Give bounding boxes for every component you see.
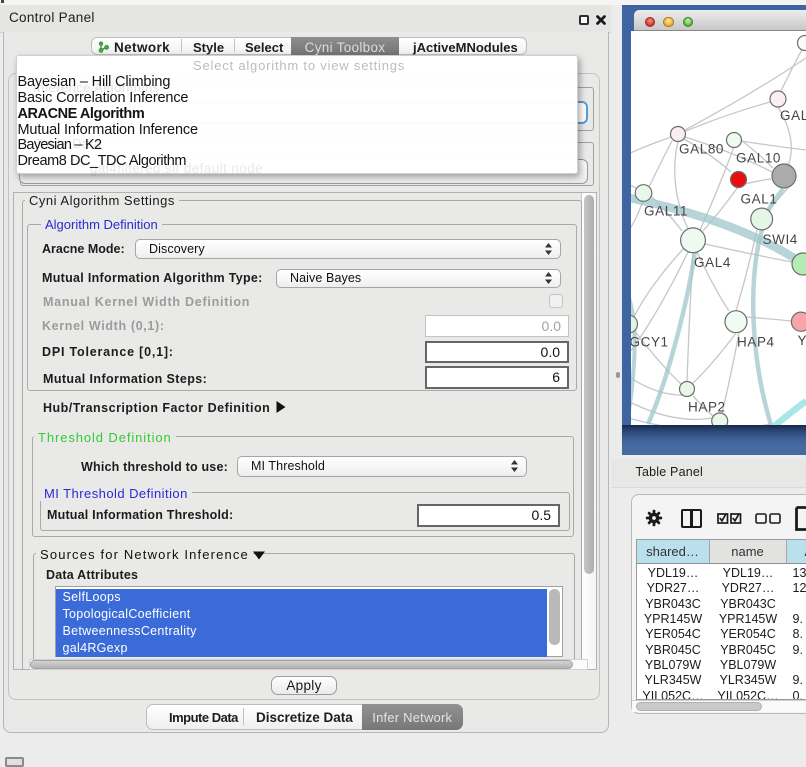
svg-text:GCY1: GCY1 [631, 335, 669, 350]
svg-text:HAP2: HAP2 [688, 400, 726, 415]
svg-text:GAL7: GAL7 [780, 108, 806, 123]
svg-text:GAL80: GAL80 [679, 142, 724, 157]
svg-text:HAP4: HAP4 [737, 335, 775, 350]
svg-text:SWI4: SWI4 [763, 232, 798, 247]
svg-text:GAL4: GAL4 [694, 255, 731, 270]
svg-text:GAL11: GAL11 [644, 204, 688, 219]
svg-text:Y: Y [798, 333, 806, 348]
svg-text:GAL1: GAL1 [741, 192, 778, 207]
svg-text:GAL10: GAL10 [736, 151, 781, 166]
